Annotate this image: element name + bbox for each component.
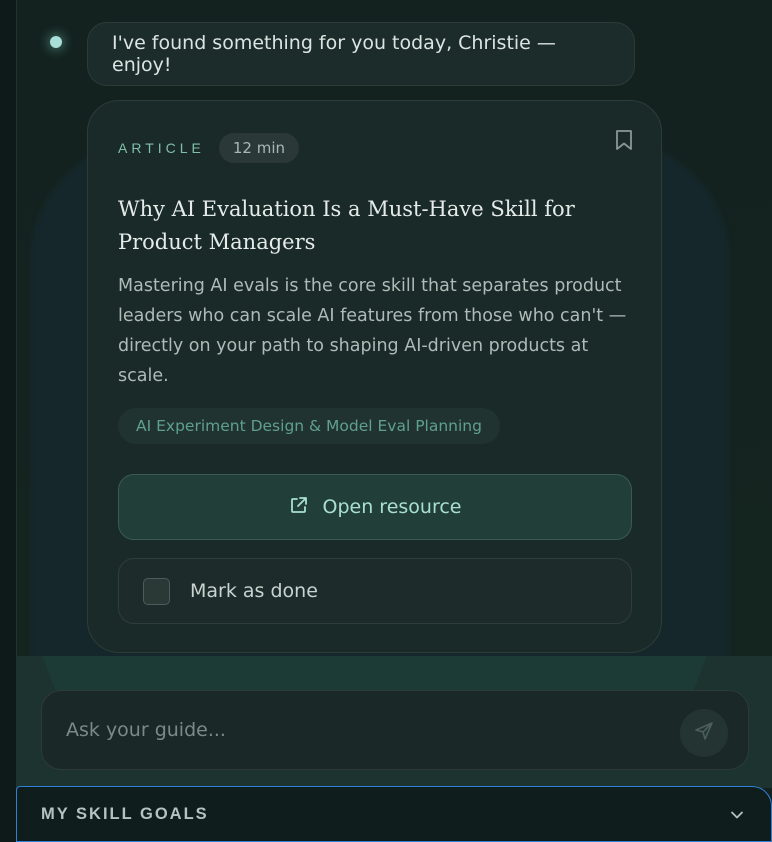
external-link-icon [289,495,323,520]
guide-avatar [50,36,62,48]
open-resource-label: Open resource [322,496,462,518]
resource-title: Why AI Evaluation Is a Must-Have Skill f… [118,197,575,254]
skill-goals-toggle[interactable]: MY SKILL GOALS [16,786,772,842]
skill-tag: AI Experiment Design & Model Eval Planni… [118,408,500,444]
resource-card: ARTICLE 12 min Why AI Evaluation Is a Mu… [87,100,662,653]
skill-goals-label: MY SKILL GOALS [41,804,209,823]
composer [41,690,749,770]
open-resource-button[interactable]: Open resource [118,474,632,540]
done-checkbox[interactable] [143,577,170,605]
bookmark-icon[interactable] [615,129,633,151]
resource-description: Mastering AI evals is the core skill tha… [118,276,627,386]
resource-kind: ARTICLE [118,140,205,156]
guide-message-text: I've found something for you today, Chri… [112,32,556,76]
mark-as-done-toggle[interactable]: Mark as done [118,558,632,624]
composer-shelf-top [42,656,707,690]
mark-as-done-label: Mark as done [190,580,318,602]
ask-guide-input[interactable] [66,719,724,741]
resource-duration-badge: 12 min [218,133,300,163]
skill-tag-label: AI Experiment Design & Model Eval Planni… [136,417,482,435]
guide-message: I've found something for you today, Chri… [87,22,635,86]
send-button[interactable] [680,709,728,757]
resource-meta: ARTICLE 12 min [118,133,300,163]
send-icon [693,720,715,746]
chevron-down-icon [729,807,745,827]
app-window: I've found something for you today, Chri… [0,0,772,842]
left-rail [0,0,17,842]
